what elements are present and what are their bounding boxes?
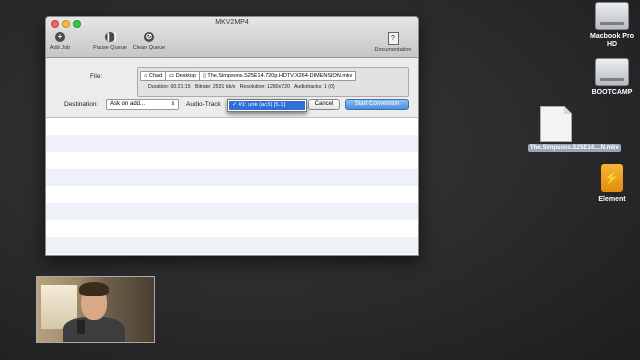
macbook-drive-label: Macbook Pro HD	[590, 33, 634, 48]
path-file-label: The.Simpsons.S25E14.720p.HDTV.X264-DIMEN…	[207, 72, 353, 79]
add-job-label: Add Job	[49, 45, 71, 51]
element-drive[interactable]: ⚡ Element	[590, 164, 634, 204]
resolution-text: Resolution: 1280x720	[239, 84, 290, 90]
chevron-updown-icon: ⇕	[170, 101, 175, 107]
mkv-file-label: The.Simpsons.S25E14....N.mkv	[528, 144, 621, 152]
bootcamp-drive-label: BOOTCAMP	[591, 89, 633, 96]
titlebar: MKV2MP4 + Add Job ❙❙ Pause Queue ⊘ Clean…	[46, 17, 418, 58]
duration-text: Duration: 00:21:15	[148, 84, 191, 90]
document-icon	[540, 106, 572, 142]
file-label: File:	[90, 73, 103, 80]
bitrate-text: Bitrate: 2531 kb/s	[195, 84, 236, 90]
hard-drive-icon	[595, 58, 629, 86]
clean-queue-button[interactable]: ⊘ Clean Queue	[131, 32, 167, 51]
path-desktop-label: Desktop	[175, 72, 196, 79]
destination-label: Destination:	[64, 101, 99, 108]
start-conversion-button[interactable]: Start Conversion	[345, 99, 409, 110]
audiotracks-text: Audiotracks: 1 (0)	[293, 84, 335, 90]
window-title: MKV2MP4	[215, 19, 249, 26]
documentation-button[interactable]: ? Documentation	[371, 32, 415, 53]
pause-icon: ❙❙	[105, 32, 119, 42]
macbook-pro-hd-drive[interactable]: Macbook Pro HD	[588, 2, 636, 49]
list-row	[46, 186, 418, 203]
file-info-box: ⌂ Chad ▭ Desktop ▯ The.Simpsons.S25E14.7…	[137, 67, 409, 97]
path-file[interactable]: ▯ The.Simpsons.S25E14.720p.HDTV.X264-DIM…	[198, 70, 357, 81]
pause-queue-button[interactable]: ❙❙ Pause Queue	[92, 32, 128, 51]
bootcamp-drive[interactable]: BOOTCAMP	[588, 58, 636, 97]
list-row	[46, 152, 418, 169]
list-row	[46, 237, 418, 254]
destination-select[interactable]: Ask on add... ⇕	[106, 99, 179, 110]
audio-track-menu[interactable]: ✓ #1: unk (ac3) [5.1]	[227, 99, 307, 112]
list-row	[46, 118, 418, 135]
file-metadata: Duration: 00:21:15 Bitrate: 2531 kb/s Re…	[148, 84, 335, 90]
list-row	[46, 203, 418, 220]
hard-drive-icon	[595, 2, 629, 30]
presenter-body	[63, 317, 125, 342]
audio-track-option[interactable]: ✓ #1: unk (ac3) [5.1]	[229, 101, 305, 110]
documentation-label: Documentation	[374, 47, 412, 53]
cancel-button[interactable]: Cancel	[308, 99, 340, 110]
plus-icon: +	[55, 32, 65, 42]
clean-queue-label: Clean Queue	[132, 45, 166, 51]
list-row	[46, 220, 418, 237]
presenter-hair	[79, 282, 109, 296]
no-entry-icon: ⊘	[144, 32, 154, 42]
simpsons-mkv-file[interactable]: The.Simpsons.S25E14....N.mkv	[528, 106, 621, 152]
mkv2mp4-window: MKV2MP4 + Add Job ❙❙ Pause Queue ⊘ Clean…	[45, 16, 419, 256]
audio-track-label: Audio-Track	[186, 101, 221, 108]
add-job-button[interactable]: + Add Job	[49, 32, 71, 51]
path-desktop[interactable]: ▭ Desktop	[165, 70, 200, 81]
list-row	[46, 169, 418, 186]
path-home[interactable]: ⌂ Chad	[140, 70, 167, 81]
microphone-icon	[77, 320, 85, 334]
usb-drive-icon: ⚡	[601, 164, 623, 192]
webcam-overlay	[36, 276, 155, 343]
help-document-icon: ?	[387, 32, 399, 45]
list-row	[46, 135, 418, 152]
path-home-label: Chad	[148, 72, 163, 79]
path-control[interactable]: ⌂ Chad ▭ Desktop ▯ The.Simpsons.S25E14.7…	[140, 70, 357, 81]
destination-value: Ask on add...	[110, 101, 146, 107]
element-drive-label: Element	[598, 196, 626, 203]
pause-queue-label: Pause Queue	[93, 45, 127, 51]
job-queue-list[interactable]	[46, 117, 418, 255]
